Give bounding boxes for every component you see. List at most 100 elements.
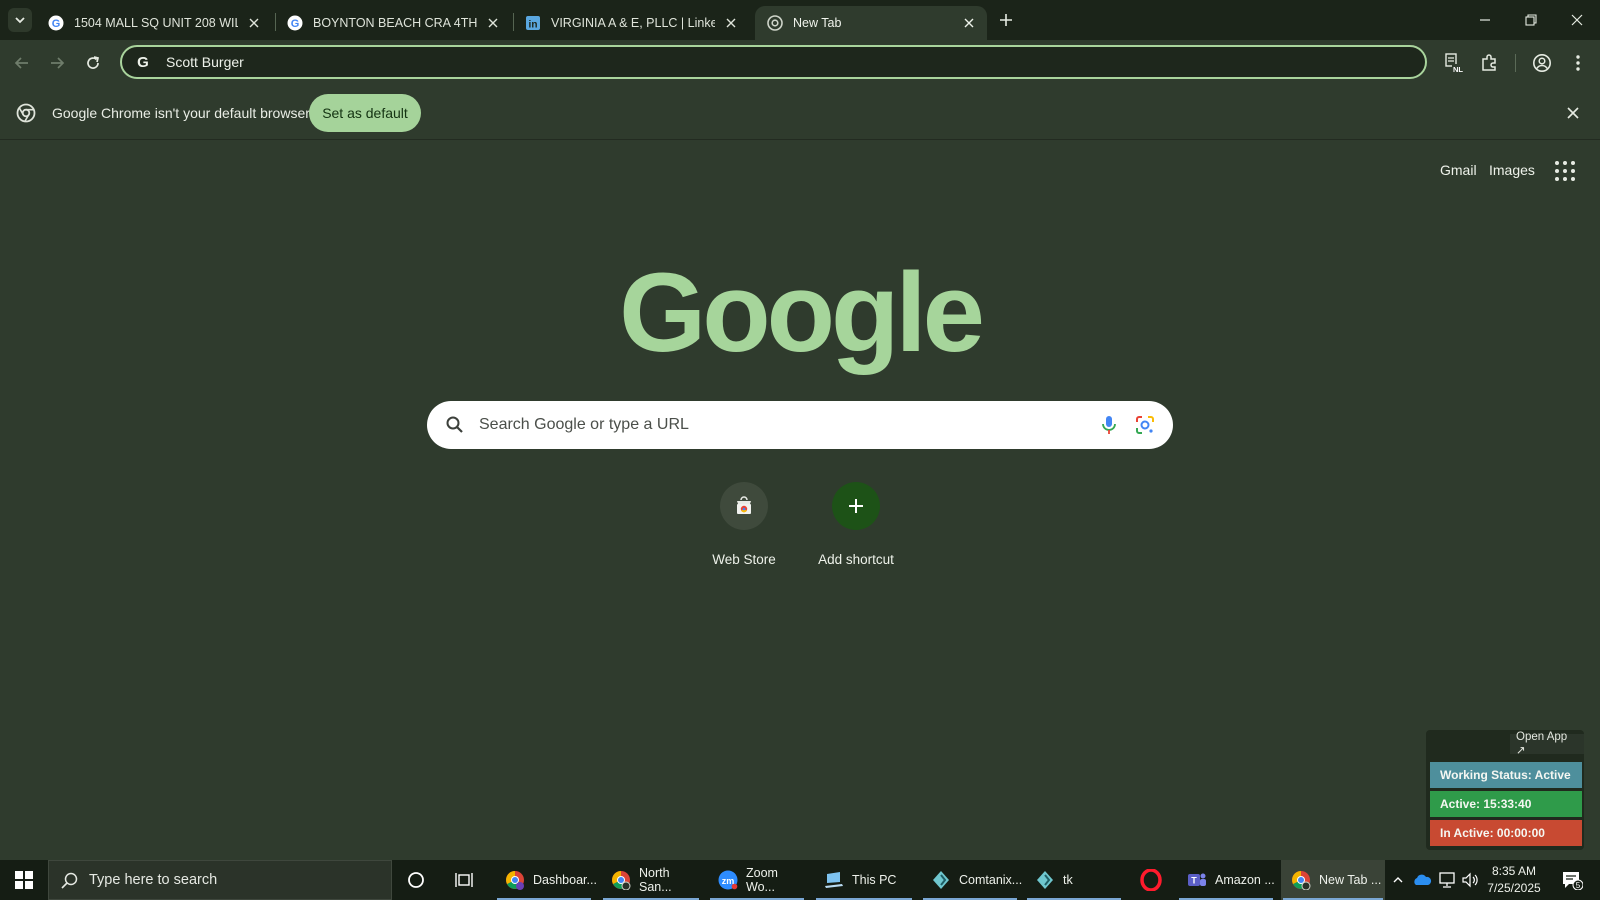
- minimize-button[interactable]: [1462, 0, 1508, 40]
- taskbar-item-new-tab[interactable]: New Tab ...: [1281, 860, 1385, 900]
- ntp-search-box[interactable]: Search Google or type a URL: [427, 401, 1173, 449]
- tab-title: 1504 MALL SQ UNIT 208 WILKES: [74, 16, 238, 30]
- active-time-row: Active: 15:33:40: [1430, 791, 1582, 817]
- svg-text:in: in: [529, 20, 538, 31]
- taskbar-search-box[interactable]: Type here to search: [48, 860, 392, 900]
- google-apps-button[interactable]: [1555, 161, 1575, 181]
- shortcut-add[interactable]: Add shortcut: [800, 482, 912, 582]
- windows-icon: [15, 871, 33, 889]
- search-icon: [61, 872, 78, 889]
- google-lens-icon[interactable]: [1133, 413, 1157, 437]
- tab-search-button[interactable]: [8, 8, 32, 32]
- tab-title: New Tab: [793, 16, 842, 30]
- search-icon: [446, 416, 463, 433]
- tab-4-active[interactable]: New Tab: [755, 6, 987, 40]
- onedrive-cloud-icon: [1414, 874, 1432, 885]
- tab-title: BOYNTON BEACH CRA 4TH FLOOR: [313, 16, 477, 30]
- taskbar-item-label: Dashboar...: [533, 873, 597, 887]
- taskbar-item-label: North San...: [639, 866, 672, 894]
- taskbar-item-north-san[interactable]: North San...: [601, 860, 701, 900]
- arrow-left-icon: [14, 57, 28, 69]
- inactive-time-row: In Active: 00:00:00: [1430, 820, 1582, 846]
- restore-icon: [1525, 14, 1537, 26]
- network-icon: [1439, 872, 1455, 888]
- web-store-icon: [737, 496, 751, 514]
- action-center-button[interactable]: 5: [1555, 860, 1589, 900]
- taskbar-item-label: Comtanix...: [959, 873, 1023, 887]
- extension-nl-button[interactable]: NL: [1442, 51, 1466, 75]
- taskbar-opera-button[interactable]: [1131, 860, 1171, 900]
- default-browser-infobar: Google Chrome isn't your default browser…: [0, 86, 1600, 140]
- task-view-icon: [455, 873, 473, 887]
- close-icon[interactable]: [961, 15, 977, 31]
- cortana-button[interactable]: [396, 860, 436, 900]
- taskbar-clock[interactable]: 8:35 AM 7/25/2025: [1479, 863, 1549, 897]
- show-hidden-icons-button[interactable]: [1388, 860, 1408, 900]
- taskbar-item-label: Amazon ...: [1215, 873, 1275, 887]
- back-button[interactable]: [9, 50, 35, 76]
- close-icon[interactable]: [723, 15, 739, 31]
- google-icon: G: [137, 54, 149, 71]
- taskbar-item-label: Zoom Wo...: [746, 866, 778, 894]
- set-as-default-button[interactable]: Set as default: [309, 94, 421, 132]
- close-icon[interactable]: [485, 15, 501, 31]
- clock-time: 8:35 AM: [1491, 864, 1537, 878]
- shortcut-tile: [832, 482, 880, 530]
- extensions-button[interactable]: [1477, 51, 1501, 75]
- arrow-right-icon: [51, 57, 65, 69]
- account-icon: [1533, 54, 1551, 72]
- svg-text:G: G: [137, 54, 149, 71]
- images-link[interactable]: Images: [1489, 162, 1535, 178]
- infobar-close-button[interactable]: [1564, 104, 1582, 122]
- new-tab-button[interactable]: [994, 8, 1018, 32]
- taskbar-item-comtanix[interactable]: Comtanix...: [921, 860, 1023, 900]
- cortana-icon: [408, 872, 424, 888]
- svg-text:G: G: [291, 18, 300, 30]
- infobar-message: Google Chrome isn't your default browser: [52, 105, 310, 121]
- close-icon[interactable]: [246, 15, 262, 31]
- microphone-icon[interactable]: [1097, 413, 1121, 437]
- restore-button[interactable]: [1508, 0, 1554, 40]
- tab-strip: G 1504 MALL SQ UNIT 208 WILKES G BOYNTON…: [0, 0, 1600, 40]
- svg-text:G: G: [52, 18, 61, 30]
- tab-2[interactable]: G BOYNTON BEACH CRA 4TH FLOOR: [275, 6, 511, 40]
- taskbar-item-label: New Tab ...: [1319, 873, 1382, 887]
- taskbar-item-amazon[interactable]: T Amazon ...: [1177, 860, 1275, 900]
- close-window-button[interactable]: [1554, 0, 1600, 40]
- tab-3[interactable]: in VIRGINIA A & E, PLLC | LinkedIn: [513, 6, 749, 40]
- profile-button[interactable]: [1530, 51, 1554, 75]
- shortcut-web-store[interactable]: Web Store: [688, 482, 800, 582]
- plus-icon: [849, 499, 863, 513]
- open-app-button[interactable]: Open App ↗: [1510, 731, 1584, 757]
- taskbar-item-tk[interactable]: tk: [1025, 860, 1123, 900]
- toolbar-separator: [1515, 54, 1516, 72]
- reload-button[interactable]: [80, 50, 106, 76]
- working-status-row: Working Status: Active: [1430, 762, 1582, 788]
- volume-button[interactable]: [1459, 860, 1481, 900]
- forward-button[interactable]: [44, 50, 70, 76]
- task-view-button[interactable]: [444, 860, 484, 900]
- shortcut-tile: [720, 482, 768, 530]
- google-logo: Google: [619, 250, 985, 375]
- chrome-icon: [767, 15, 783, 31]
- onedrive-button[interactable]: [1410, 860, 1434, 900]
- network-button[interactable]: [1435, 860, 1459, 900]
- close-icon: [1571, 14, 1583, 26]
- google-icon: G: [48, 15, 64, 31]
- tab-1[interactable]: G 1504 MALL SQ UNIT 208 WILKES: [36, 6, 272, 40]
- address-bar[interactable]: G Scott Burger: [120, 45, 1427, 79]
- taskbar-item-zoom[interactable]: zm Zoom Wo...: [708, 860, 806, 900]
- gmail-link[interactable]: Gmail: [1440, 162, 1477, 178]
- chrome-menu-button[interactable]: [1566, 51, 1590, 75]
- chrome-icon: [1292, 871, 1311, 890]
- chevron-up-icon: [1393, 877, 1403, 883]
- taskbar-item-this-pc[interactable]: This PC: [814, 860, 914, 900]
- comtanix-icon: [933, 871, 949, 889]
- taskbar-item-dashboard[interactable]: Dashboar...: [495, 860, 597, 900]
- notification-icon: 5: [1563, 872, 1583, 890]
- start-button[interactable]: [0, 860, 48, 900]
- svg-text:T: T: [1191, 876, 1197, 886]
- reload-icon: [87, 56, 100, 69]
- more-vert-icon: [1576, 55, 1580, 71]
- chrome-icon: [506, 871, 524, 890]
